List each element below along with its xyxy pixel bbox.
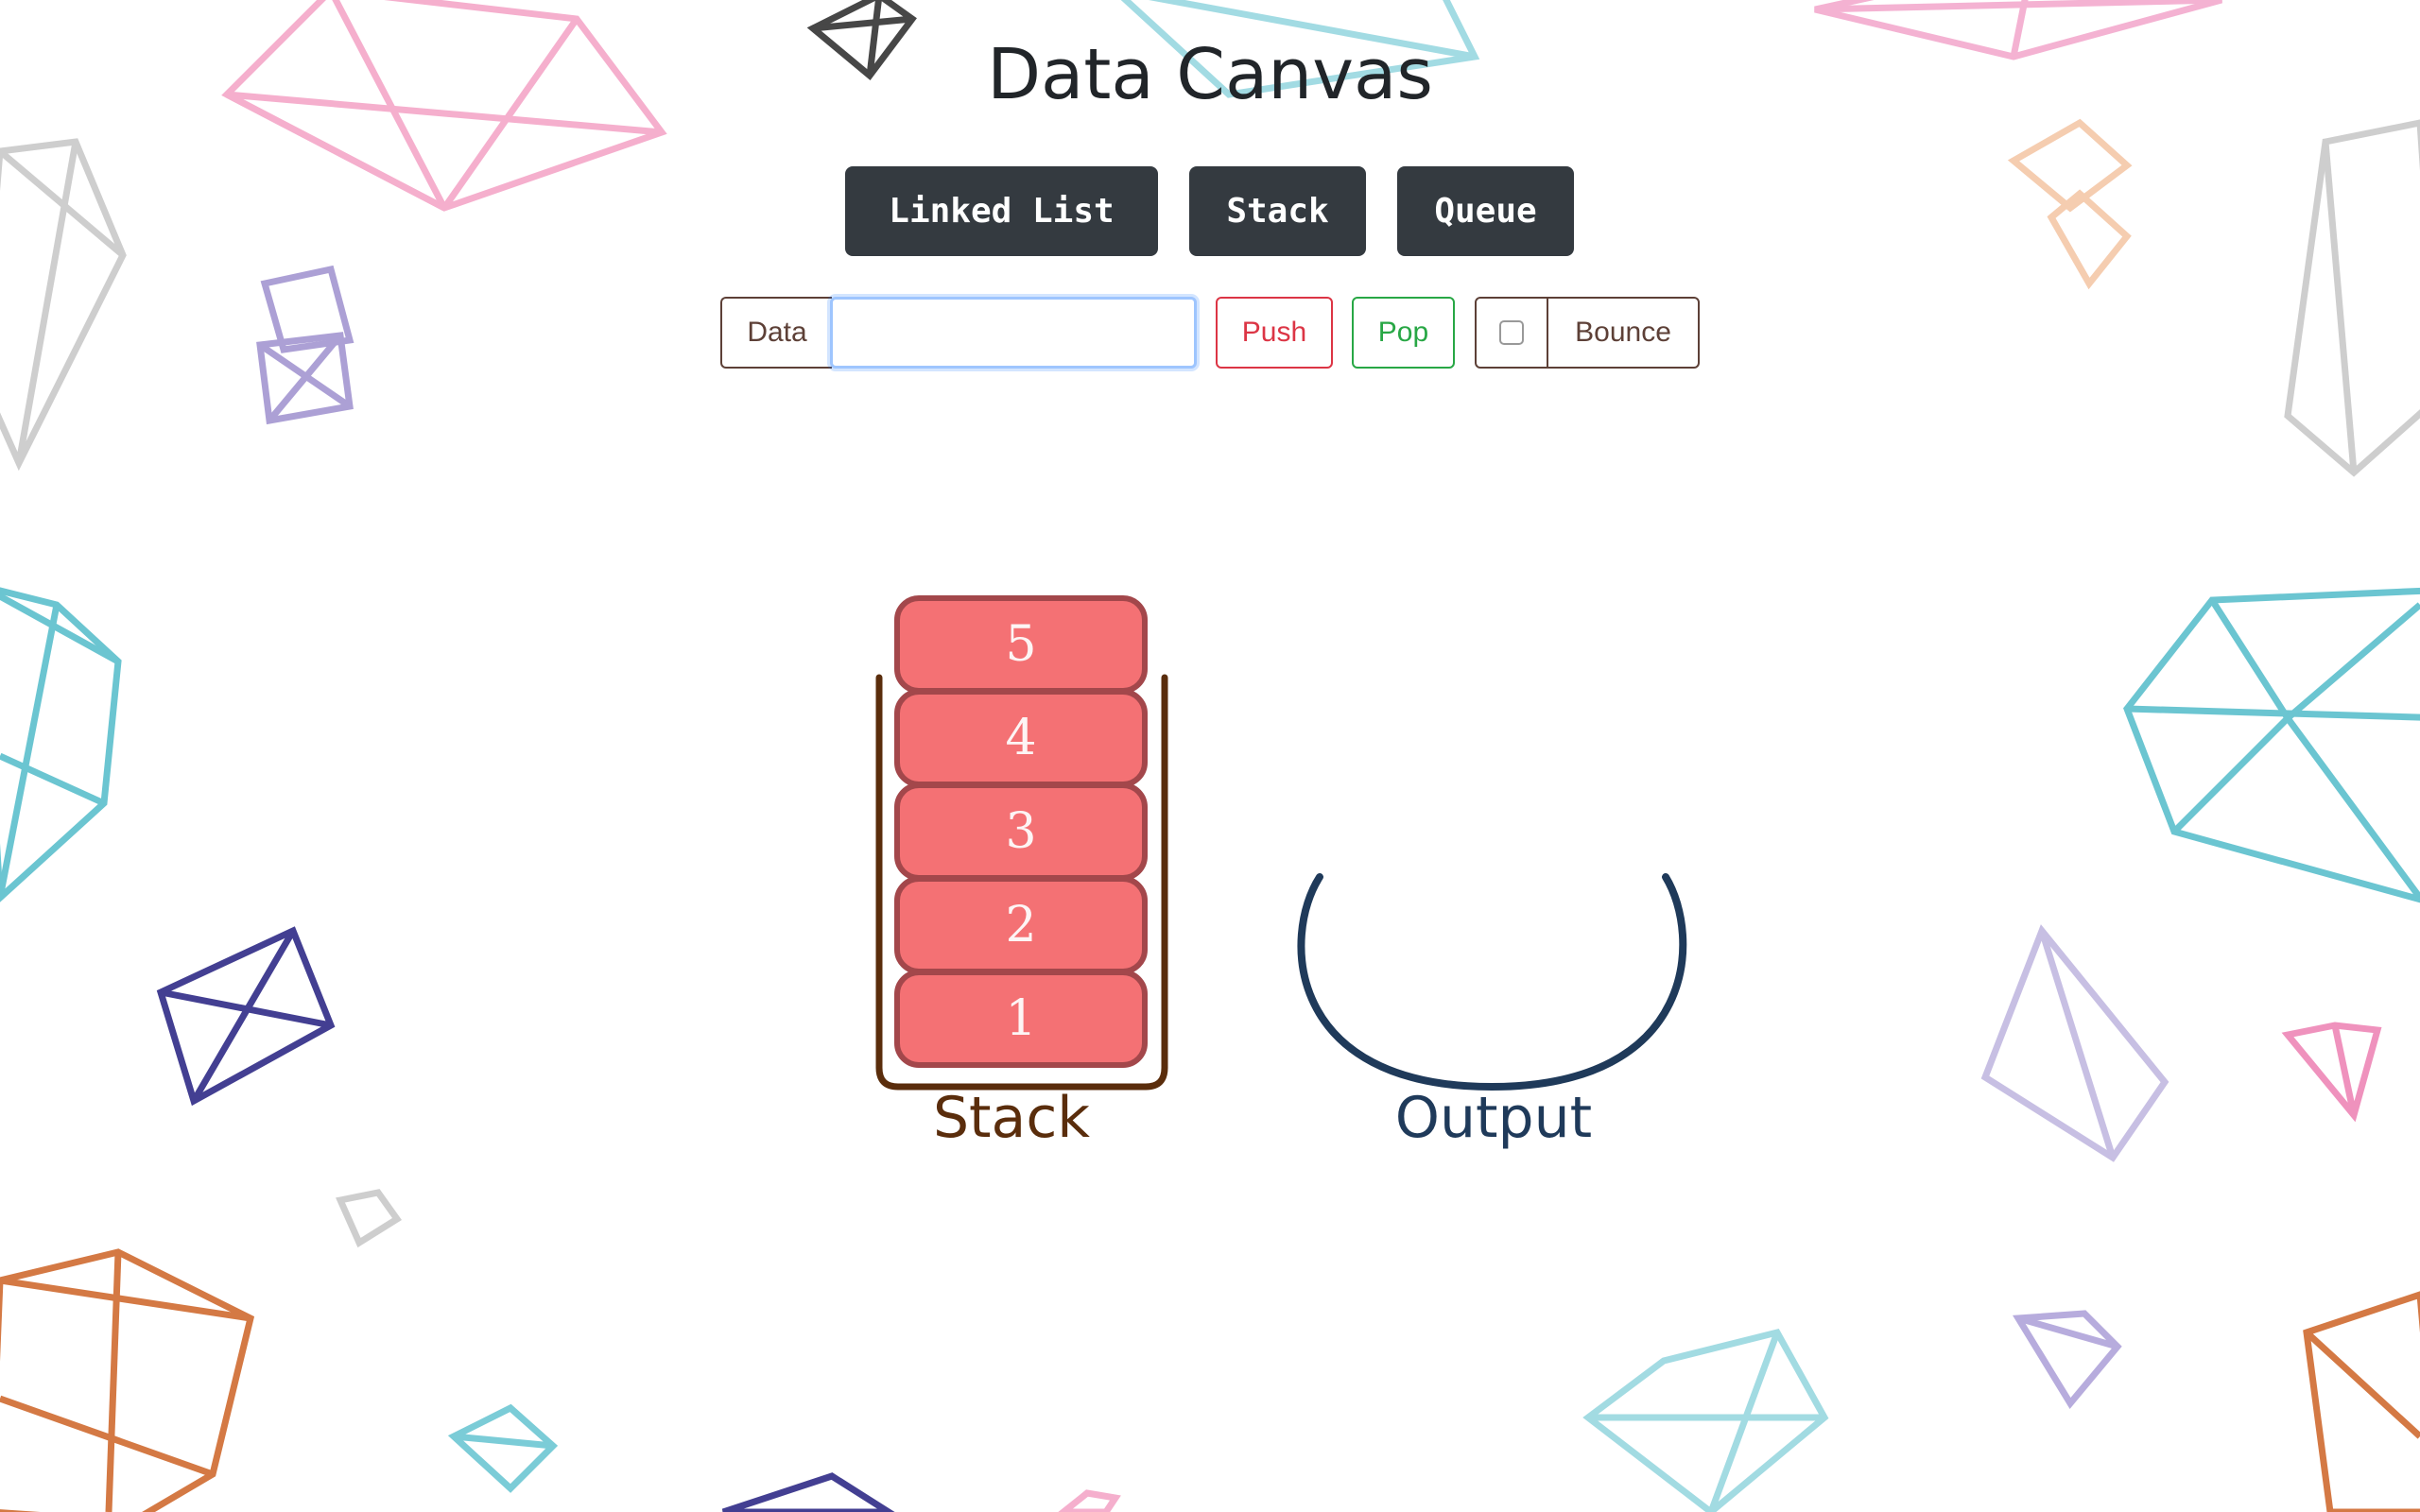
queue-button[interactable]: Queue: [1397, 166, 1574, 256]
stack-label: Stack: [932, 1085, 1091, 1151]
bounce-label: Bounce: [1547, 297, 1700, 369]
stack-item: 4: [894, 689, 1148, 787]
checkbox-icon[interactable]: [1499, 320, 1524, 345]
stack-button[interactable]: Stack: [1189, 166, 1366, 256]
linked-list-button[interactable]: Linked List: [845, 166, 1158, 256]
data-label: Data: [720, 297, 832, 369]
data-input[interactable]: [830, 297, 1197, 369]
output-container: [1297, 873, 1687, 1091]
pop-button[interactable]: Pop: [1352, 297, 1455, 369]
page-title: Data Canvas: [987, 34, 1433, 115]
bounce-checkbox[interactable]: [1475, 297, 1548, 369]
push-button[interactable]: Push: [1216, 297, 1333, 369]
stack-item: 2: [894, 876, 1148, 974]
stack-item: 5: [894, 595, 1148, 694]
stack-item: 1: [894, 970, 1148, 1068]
stack-item: 3: [894, 782, 1148, 881]
output-label: Output: [1394, 1085, 1593, 1151]
